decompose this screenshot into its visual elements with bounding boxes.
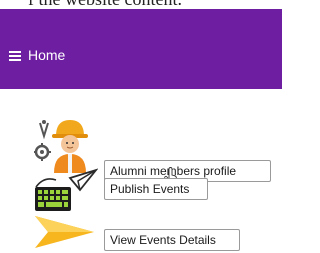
hamburger-menu-icon[interactable] [9,51,21,61]
top-app-bar: Home [0,9,282,89]
page-title: Home [28,47,66,63]
cropped-caption-text: f the website content. [28,0,288,9]
arrow-pointer-icon [35,216,94,248]
view-events-details-button[interactable]: View Events Details [104,229,240,251]
keyboard-send-icon [35,168,98,211]
menu-row-publish-events: Publish Events [34,168,284,213]
menu-row-view-events: View Events Details [34,212,284,253]
menu-row-alumni-profile: Alumni members profile [34,118,284,182]
engineer-avatar-icon [34,120,88,173]
publish-events-button[interactable]: Publish Events [104,178,208,200]
